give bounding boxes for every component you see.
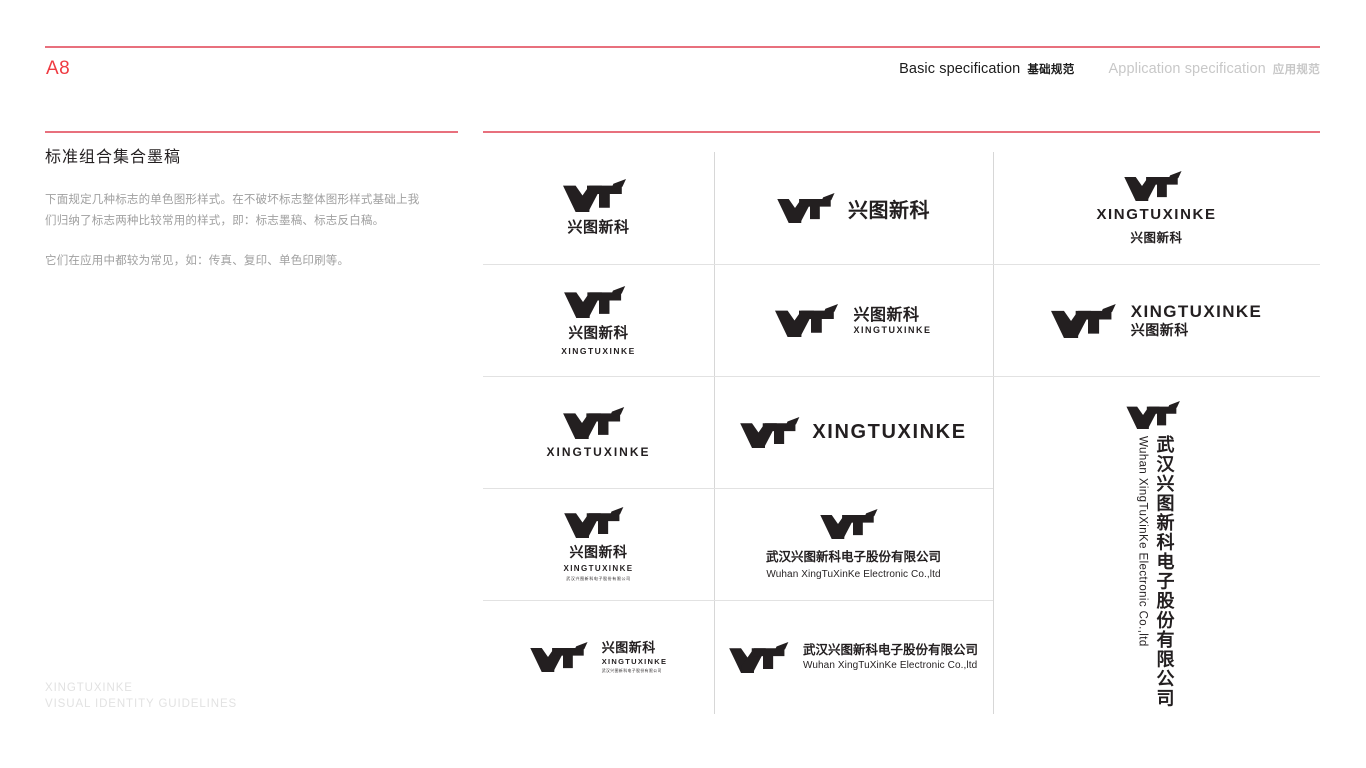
xt-logo-mark-icon — [777, 193, 843, 223]
logo-text-en-full-vertical: Wuhan XingTuXinKe Electronic Co.,ltd — [1136, 436, 1149, 647]
xt-logo-mark-icon — [1123, 170, 1190, 201]
nav-item-application-specification[interactable]: Application specification 应用规范 — [1109, 61, 1320, 77]
lockup-mark-over-cn-en: 兴图新科 XINGTUXINKE — [561, 285, 636, 356]
xt-logo-mark-icon — [529, 642, 596, 673]
vertical-text-group: 武汉兴图新科电子股份有限公司 Wuhan XingTuXinKe Electro… — [1137, 435, 1177, 708]
grid-column-c: XINGTUXINKE 兴图新科 XINGTUXINKE 兴图新科 武汉兴图新科… — [993, 152, 1320, 714]
section-description: 下面规定几种标志的单色图形样式。在不破坏标志整体图形样式基础上我们归纳了标志两种… — [45, 190, 427, 272]
nav-item-basic-specification-cn: 基础规范 — [1027, 64, 1075, 76]
xt-logo-mark-icon — [820, 509, 886, 539]
logo-cell-c1[interactable]: XINGTUXINKE 兴图新科 — [993, 152, 1320, 265]
logo-text-group: 武汉兴图新科电子股份有限公司 Wuhan XingTuXinKe Electro… — [803, 644, 978, 671]
logo-text-cn: 兴图新科 — [1130, 229, 1183, 245]
logo-cell-a3[interactable]: XINGTUXINKE — [483, 377, 714, 489]
logo-cell-a4[interactable]: 兴图新科 XINGTUXINKE 武汉兴图新科电子股份有限公司 — [483, 489, 714, 601]
logo-text-en: XINGTUXINKE — [1130, 302, 1263, 321]
lockup-mark-left-en-cn: XINGTUXINKE 兴图新科 — [1050, 303, 1263, 338]
logo-text-en: XINGTUXINKE — [812, 421, 967, 443]
logo-text-cn-full: 武汉兴图新科电子股份有限公司 — [601, 667, 662, 673]
logo-text-cn-full: 武汉兴图新科电子股份有限公司 — [566, 576, 631, 581]
logo-cell-a2[interactable]: 兴图新科 XINGTUXINKE — [483, 265, 714, 377]
lockup-mark-left-cnfull-enfull: 武汉兴图新科电子股份有限公司 Wuhan XingTuXinKe Electro… — [729, 642, 978, 673]
logo-text-en: XINGTUXINKE — [563, 564, 634, 573]
section-description-paragraph-1: 下面规定几种标志的单色图形样式。在不破坏标志整体图形样式基础上我们归纳了标志两种… — [45, 194, 420, 227]
logo-text-en-full: Wuhan XingTuXinKe Electronic Co.,ltd — [766, 569, 941, 580]
xt-logo-mark-icon — [564, 507, 632, 538]
lockup-mark-left-en: XINGTUXINKE — [740, 417, 966, 448]
lockup-mark-left-cn-en-micro: 兴图新科 XINGTUXINKE 武汉兴图新科电子股份有限公司 — [529, 642, 668, 673]
logo-cell-c3-vertical[interactable]: 武汉兴图新科电子股份有限公司 Wuhan XingTuXinKe Electro… — [993, 377, 1320, 714]
logo-text-en: XINGTUXINKE — [546, 444, 651, 459]
logo-cell-b2[interactable]: 兴图新科 XINGTUXINKE — [714, 265, 993, 377]
nav-item-application-specification-cn: 应用规范 — [1272, 64, 1320, 76]
xt-logo-mark-icon — [775, 304, 847, 337]
lockup-mark-left-cn-en: 兴图新科 XINGTUXINKE — [775, 304, 931, 337]
logo-text-cn: 兴图新科 — [567, 218, 630, 236]
logo-text-cn-full: 武汉兴图新科电子股份有限公司 — [802, 642, 978, 658]
section-rule-left — [45, 131, 458, 133]
footer-brand-name: XINGTUXINKE — [45, 682, 133, 694]
logo-variant-grid: 兴图新科 兴图新科 XINGTUXINKE XINGTUXINKE 兴图新科 X… — [483, 152, 1320, 714]
logo-cell-b4[interactable]: 武汉兴图新科电子股份有限公司 Wuhan XingTuXinKe Electro… — [714, 489, 993, 601]
grid-column-a: 兴图新科 兴图新科 XINGTUXINKE XINGTUXINKE 兴图新科 X… — [483, 152, 714, 714]
footer: XINGTUXINKE VISUAL IDENTITY GUIDELINES — [45, 681, 237, 712]
logo-text-cn: 兴图新科 — [848, 197, 930, 222]
logo-text-cn: 兴图新科 — [601, 641, 656, 657]
grid-column-b: 兴图新科 兴图新科 XINGTUXINKE XINGTUXINKE 武汉兴图新科… — [714, 152, 993, 714]
lockup-mark-left-cn: 兴图新科 — [777, 193, 930, 223]
lockup-mark-over-cn-en-micro: 兴图新科 XINGTUXINKE 武汉兴图新科电子股份有限公司 — [563, 507, 633, 582]
logo-text-cn: 兴图新科 — [568, 325, 629, 342]
page-code: A8 — [46, 58, 71, 79]
page-title: 标准组合集合墨稿 — [45, 149, 182, 166]
xt-logo-mark-icon — [1125, 401, 1188, 429]
logo-text-en-full: Wuhan XingTuXinKe Electronic Co.,ltd — [802, 659, 978, 671]
lockup-mark-over-cn: 兴图新科 — [562, 179, 635, 237]
lockup-mark-over-en: XINGTUXINKE — [546, 406, 651, 459]
nav-item-application-specification-en: Application specification — [1108, 61, 1266, 77]
logo-text-group: 兴图新科 XINGTUXINKE — [853, 304, 932, 335]
xt-logo-mark-icon — [563, 285, 634, 318]
logo-cell-a1[interactable]: 兴图新科 — [483, 152, 714, 265]
logo-text-cn: 兴图新科 — [853, 304, 920, 324]
logo-text-en: XINGTUXINKE — [853, 324, 932, 335]
logo-cell-b5[interactable]: 武汉兴图新科电子股份有限公司 Wuhan XingTuXinKe Electro… — [714, 601, 993, 714]
header-nav: Basic specification 基础规范 Application spe… — [899, 61, 1320, 77]
logo-cell-b1[interactable]: 兴图新科 — [714, 152, 993, 265]
logo-text-en: XINGTUXINKE — [561, 345, 636, 356]
lockup-mark-over-vertical-full: 武汉兴图新科电子股份有限公司 Wuhan XingTuXinKe Electro… — [1125, 401, 1188, 708]
logo-text-group: XINGTUXINKE 兴图新科 — [1131, 303, 1263, 338]
logo-cell-a5[interactable]: 兴图新科 XINGTUXINKE 武汉兴图新科电子股份有限公司 — [483, 601, 714, 714]
logo-text-en: XINGTUXINKE — [601, 657, 668, 667]
logo-text-cn-full-vertical: 武汉兴图新科电子股份有限公司 — [1153, 435, 1175, 708]
header-top-rule — [45, 46, 1320, 48]
logo-text-group: 兴图新科 XINGTUXINKE 武汉兴图新科电子股份有限公司 — [602, 642, 668, 672]
lockup-mark-over-en-cn: XINGTUXINKE 兴图新科 — [1096, 170, 1217, 246]
nav-item-basic-specification[interactable]: Basic specification 基础规范 — [899, 61, 1074, 77]
nav-item-basic-specification-en: Basic specification — [899, 61, 1021, 77]
section-description-paragraph-2: 它们在应用中都较为常见，如：传真、复印、单色印刷等。 — [45, 255, 350, 267]
logo-cell-c2[interactable]: XINGTUXINKE 兴图新科 — [993, 265, 1320, 377]
logo-text-cn: 兴图新科 — [569, 545, 628, 561]
xt-logo-mark-icon — [1050, 303, 1125, 338]
logo-text-en: XINGTUXINKE — [1096, 205, 1217, 223]
logo-cell-b3[interactable]: XINGTUXINKE — [714, 377, 993, 489]
xt-logo-mark-icon — [563, 406, 633, 439]
footer-document-title: VISUAL IDENTITY GUIDELINES — [45, 697, 238, 710]
lockup-mark-over-cnfull-enfull: 武汉兴图新科电子股份有限公司 Wuhan XingTuXinKe Electro… — [766, 509, 941, 580]
xt-logo-mark-icon — [740, 417, 808, 448]
xt-logo-mark-icon — [729, 642, 797, 673]
logo-text-cn: 兴图新科 — [1130, 323, 1189, 339]
xt-logo-mark-icon — [562, 179, 635, 212]
section-rule-right — [483, 131, 1320, 133]
logo-text-cn-full: 武汉兴图新科电子股份有限公司 — [765, 549, 941, 564]
